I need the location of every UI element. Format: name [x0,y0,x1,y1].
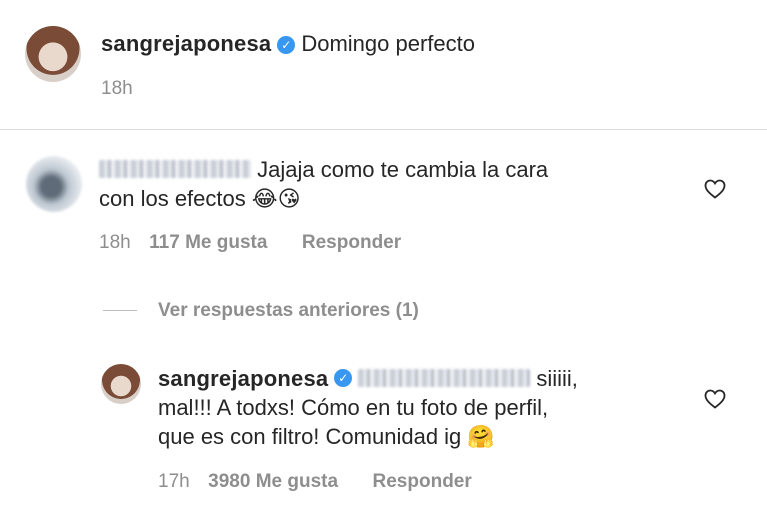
verified-badge-icon: ✓ [334,369,353,388]
comment-meta: 18h 117 Me gusta Responder [99,232,401,254]
reply-text-line3: que es con filtro! Comunidad ig [158,424,462,449]
hugging-face-emoji: 🤗 [467,425,495,450]
kiss-emoji: 😘 [277,187,301,212]
replies-line [103,310,137,311]
heart-outline-icon[interactable] [703,177,727,201]
reply-time: 17h [158,471,190,492]
tears-of-joy-emoji: 😂 [251,187,278,212]
reply-reply-button[interactable]: Responder [373,471,472,492]
heart-outline-icon[interactable] [703,387,727,411]
post-time: 18h [101,78,133,99]
view-previous-replies-button[interactable]: Ver respuestas anteriores (1) [158,300,419,322]
reply-likes[interactable]: 3980 Me gusta [208,471,338,492]
comment-text-line2: con los efectos [99,186,246,211]
comment-body: Jajaja como te cambia la cara con los ef… [99,155,659,214]
comment-reply-button[interactable]: Responder [302,232,401,253]
reply-username[interactable]: sangrejaponesa [158,366,328,391]
reply-body: sangrejaponesa ✓ siiiii, mal!!! A todxs! C… [158,364,678,452]
comment-text-line1: Jajaja como te cambia la cara [257,157,549,182]
post-avatar[interactable] [25,26,81,82]
reply-text-line2: mal!!! A todxs! Cómo en tu foto de perfi… [158,395,549,420]
verified-badge-icon: ✓ [277,35,296,54]
post-username[interactable]: sangrejaponesa [101,31,271,56]
reply-text-line1: siiiii, [536,366,578,391]
reply-meta: 17h 3980 Me gusta Responder [158,471,472,493]
post-caption-line: sangrejaponesa ✓ Domingo perfecto [101,31,475,57]
comment-avatar[interactable] [26,156,82,212]
comment-likes[interactable]: 117 Me gusta [149,232,267,253]
mention-blurred[interactable] [358,369,531,388]
reply-avatar[interactable] [101,364,141,404]
comment-username-blurred[interactable] [99,160,251,179]
comment-time: 18h [99,232,131,253]
post-caption: Domingo perfecto [301,31,475,56]
divider [0,129,767,130]
